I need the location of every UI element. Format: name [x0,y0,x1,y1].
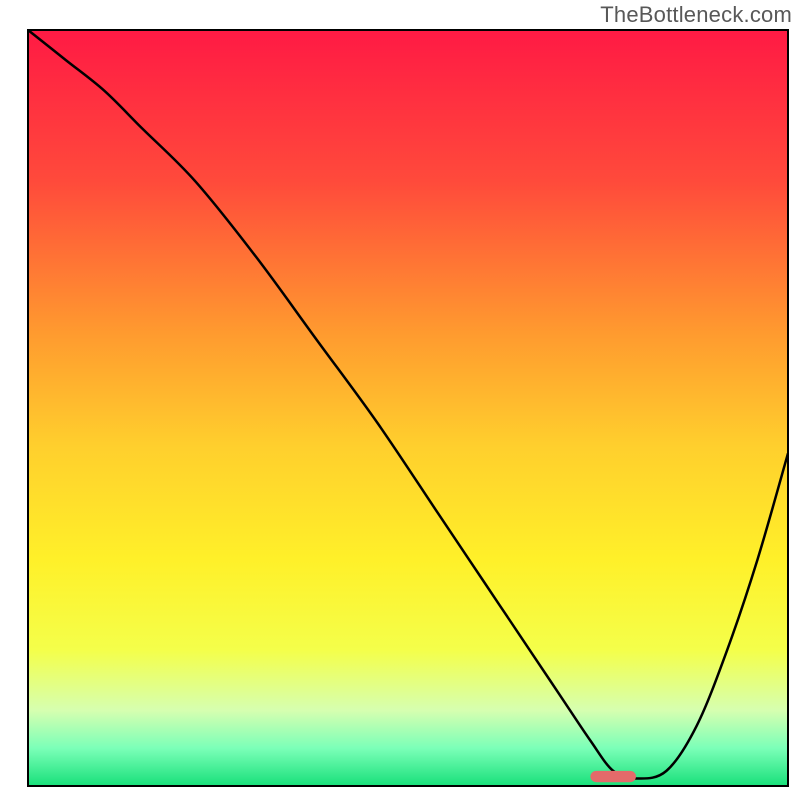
plot-area [28,30,788,786]
optimal-range-marker [590,771,636,782]
bottleneck-chart [0,0,800,800]
gradient-background [28,30,788,786]
chart-container: TheBottleneck.com [0,0,800,800]
watermark-label: TheBottleneck.com [600,2,792,28]
